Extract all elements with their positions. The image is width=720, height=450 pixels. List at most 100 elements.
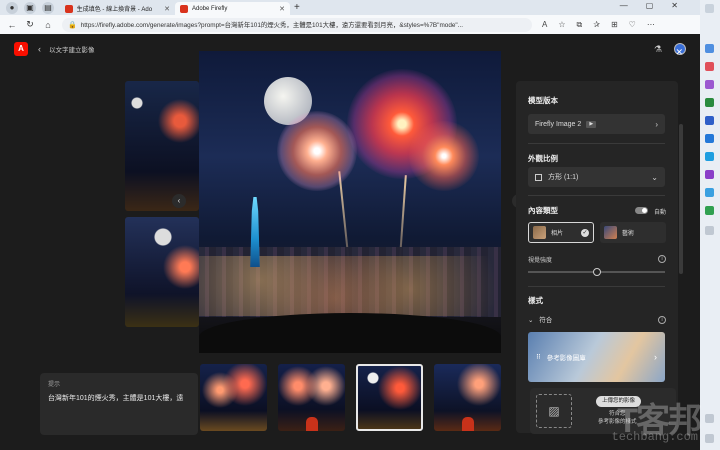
close-tab-icon[interactable]: ✕ <box>164 5 170 13</box>
shopping-icon[interactable] <box>705 62 714 71</box>
profile-icon[interactable]: ● <box>6 1 18 14</box>
office-icon[interactable] <box>705 116 714 125</box>
page-title: 以文字建立影像 <box>49 47 95 54</box>
model-version-value: Firefly Image 2 <box>535 120 582 128</box>
close-window-icon[interactable]: ✕ <box>671 1 678 10</box>
refresh-icon[interactable]: ↻ <box>24 19 36 30</box>
panel-scrollbar[interactable] <box>679 124 683 274</box>
variation-thumbnail[interactable] <box>278 364 345 431</box>
favorites-icon[interactable]: ✰ <box>593 20 600 30</box>
collections-icon[interactable]: ⊞ <box>611 20 618 30</box>
tab-label: 生成填色 - 線上換背景 - Ado <box>76 7 153 13</box>
tab-generative-fill[interactable]: 生成填色 - 線上換背景 - Ado ✕ <box>60 2 175 15</box>
settings-panel: 模型版本 Firefly Image 2 ▶ › 外觀比例 方形 (1:1) ⌄… <box>516 81 678 433</box>
sidebar-toggle-icon[interactable] <box>705 414 714 423</box>
gallery-thumbnail[interactable] <box>125 217 199 327</box>
edge-sidebar <box>700 0 720 450</box>
check-icon: ✓ <box>581 228 589 237</box>
home-icon[interactable]: ⌂ <box>42 20 54 30</box>
labs-flask-icon[interactable]: ⚗ <box>654 44 662 55</box>
art-label: 藝術 <box>622 231 635 237</box>
divider <box>528 195 665 196</box>
content-type-photo[interactable]: 相片 ✓ <box>528 222 594 243</box>
lock-icon: 🔒 <box>68 21 77 29</box>
auto-toggle[interactable] <box>635 207 648 214</box>
sidebar-search-icon[interactable] <box>705 4 714 13</box>
url-field[interactable]: 🔒 https://firefly.adobe.com/generate/ima… <box>62 17 532 32</box>
workspaces-icon[interactable]: ▣ <box>24 1 36 14</box>
firework-burst <box>409 121 479 191</box>
match-section[interactable]: ⌄ 符合 <box>528 314 552 324</box>
minimize-icon[interactable]: — <box>620 1 628 10</box>
window-controls: — ▢ ✕ <box>620 1 678 10</box>
person-figure <box>462 417 474 431</box>
model-version-title: 模型版本 <box>528 96 558 105</box>
model-badge-icon: ▶ <box>586 120 597 128</box>
outlook-icon[interactable] <box>705 134 714 143</box>
info-icon[interactable]: i <box>658 255 666 263</box>
aspect-ratio-title: 外觀比例 <box>528 154 558 163</box>
content-type-title: 內容類型 <box>528 206 558 215</box>
adobe-logo-icon[interactable]: A <box>14 42 28 56</box>
variation-thumbnail[interactable] <box>434 364 501 431</box>
designer-icon[interactable] <box>705 170 714 179</box>
variation-thumbnail[interactable] <box>200 364 267 431</box>
reference-gallery-label: 參考影像圖庫 <box>546 355 586 362</box>
divider <box>528 143 665 144</box>
extensions-icon[interactable]: ♡ <box>629 20 636 30</box>
variation-thumbnail-selected[interactable] <box>356 364 423 431</box>
auto-label: 自動 <box>653 210 666 216</box>
favorite-star-icon[interactable]: ☆ <box>558 20 565 30</box>
match-label: 符合 <box>539 317 553 324</box>
copilot-icon[interactable] <box>705 44 714 53</box>
content-type-art[interactable]: 藝術 <box>600 222 666 243</box>
style-title: 樣式 <box>528 296 543 305</box>
split-screen-icon[interactable]: ⧉ <box>577 20 583 30</box>
adobe-favicon-icon <box>180 4 188 13</box>
tab-label: Adobe Firefly <box>192 5 228 12</box>
info-icon[interactable]: i <box>658 316 666 324</box>
toolbar-icons: A ☆ ⧉ ✰ ⊞ ♡ ⋯ <box>542 20 655 30</box>
tools-icon[interactable] <box>705 80 714 89</box>
close-tab-icon[interactable]: ✕ <box>279 5 285 13</box>
reference-gallery-button[interactable]: ⠿ 參考影像圖庫 › <box>528 332 665 382</box>
telegram-icon[interactable] <box>705 188 714 197</box>
close-viewer-icon[interactable]: ✕ <box>675 47 683 58</box>
art-thumb-icon <box>604 226 617 239</box>
aspect-ratio-select[interactable]: 方形 (1:1) ⌄ <box>528 167 665 187</box>
prompt-box[interactable]: 提示 台灣新年101的煙火秀，主體是101大樓，遠 <box>40 373 198 435</box>
previous-image-button[interactable]: ‹ <box>172 194 186 208</box>
chevron-down-icon: ⌄ <box>528 317 534 324</box>
tab-actions-icon[interactable]: ▤ <box>42 1 54 14</box>
settings-icon[interactable] <box>705 434 714 443</box>
chevron-right-icon: › <box>655 119 658 129</box>
drop-icon[interactable] <box>705 152 714 161</box>
chevron-down-icon: ⌄ <box>651 172 658 182</box>
foreground-hill <box>199 313 501 353</box>
chevron-right-icon: › <box>654 352 657 362</box>
add-icon[interactable] <box>705 226 714 235</box>
aspect-ratio-value: 方形 (1:1) <box>548 174 579 181</box>
maximize-icon[interactable]: ▢ <box>646 1 654 10</box>
back-icon[interactable]: ← <box>6 20 18 30</box>
games-icon[interactable] <box>705 98 714 107</box>
more-icon[interactable]: ⋯ <box>647 20 655 30</box>
read-aloud-icon[interactable]: A <box>542 20 547 30</box>
extension-icon[interactable] <box>705 206 714 215</box>
photo-thumb-icon <box>533 226 546 239</box>
slider-thumb[interactable] <box>593 268 601 276</box>
image-placeholder-icon: ▨ <box>536 394 572 428</box>
visual-intensity-label: 視覺強度 <box>528 258 553 264</box>
back-chevron-icon[interactable]: ‹ <box>38 44 41 54</box>
square-icon <box>535 173 542 181</box>
new-tab-button[interactable]: + <box>294 2 300 13</box>
firework-burst <box>277 111 357 191</box>
city-lights <box>199 256 501 316</box>
prompt-label: 提示 <box>48 382 61 388</box>
adobe-favicon-icon <box>65 4 73 13</box>
photo-label: 相片 <box>551 231 564 237</box>
model-version-select[interactable]: Firefly Image 2 ▶ › <box>528 114 665 134</box>
prompt-text: 台灣新年101的煙火秀，主體是101大樓，遠 <box>48 395 184 402</box>
tab-adobe-firefly[interactable]: Adobe Firefly ✕ <box>175 2 290 15</box>
gallery-thumbnail[interactable] <box>125 81 199 211</box>
